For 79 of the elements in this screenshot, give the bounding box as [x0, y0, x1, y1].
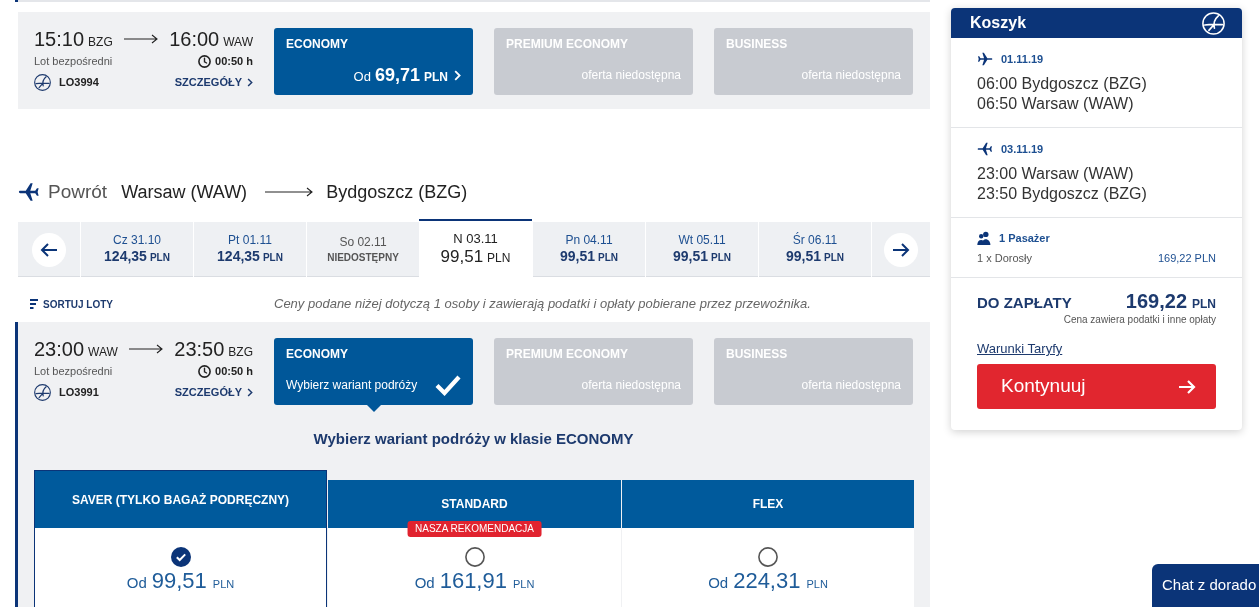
variant-name: SAVER (TYLKO BAGAŻ PODRĘCZNY) [71, 491, 290, 509]
date-tab[interactable]: Pn 04.11 99,51 PLN [532, 222, 645, 277]
fare-note: Wybierz wariant podróży [286, 377, 418, 394]
selection-pointer-icon [366, 405, 381, 412]
price-info: Cena zawiera podatki i inne opłaty [1062, 314, 1216, 326]
fare-option[interactable]: ECONOMY Wybierz wariant podróży [274, 338, 473, 405]
flight-date: 01.11.19 [1001, 51, 1044, 67]
flight-number: LO3994 [59, 74, 99, 90]
airplane-icon [977, 141, 993, 157]
arrow-right-icon [892, 241, 910, 258]
sort-button[interactable]: SORTUJ LOTY [30, 296, 113, 312]
airplane-icon [977, 51, 993, 67]
fare-variant-card[interactable]: FLEX Od 224,31 PLN [622, 480, 914, 607]
variant-price: Od 161,91 PLN [414, 570, 535, 595]
flight-number: LO3991 [59, 384, 99, 400]
route-stop: 23:50 Bydgoszcz (BZG) [977, 184, 1148, 204]
arrow-left-icon [40, 241, 58, 258]
origin-city: Warsaw (WAW) [121, 180, 248, 204]
departure-time: 15:10 BZG [34, 27, 113, 51]
passenger-price: 169,22 PLN [1157, 250, 1216, 266]
checkmark-icon [435, 374, 461, 396]
passenger-type: 1 x Dorosły [977, 250, 1033, 266]
fare-class-label: ECONOMY [286, 37, 349, 51]
date-tab[interactable]: Cz 31.10 124,35 PLN [80, 222, 193, 277]
cart-title: Koszyk [970, 13, 1027, 33]
fare-option[interactable]: ECONOMY Od 69,71 PLN [274, 28, 473, 95]
details-link[interactable]: SZCZEGÓŁY [174, 383, 253, 401]
flight-type: Lot bezpośredni [34, 364, 113, 378]
date-tab[interactable]: Wt 05.11 99,51 PLN [645, 222, 758, 277]
long-arrow-icon [265, 187, 314, 197]
flight-date: 03.11.19 [1001, 141, 1044, 157]
date-tab[interactable]: Śr 06.11 99,51 PLN [758, 222, 871, 277]
arrival-time: 16:00 WAW [169, 27, 253, 51]
chevron-right-icon [454, 69, 461, 81]
route-stop: 06:50 Warsaw (WAW) [977, 94, 1135, 114]
passenger-count: 1 Pasażer [999, 230, 1050, 246]
airline-logo-icon [34, 383, 51, 401]
route-stop: 06:00 Bydgoszcz (BZG) [977, 74, 1148, 94]
sort-icon [30, 299, 38, 309]
continue-button[interactable]: Kontynuuj [977, 364, 1216, 409]
passengers-icon [977, 231, 991, 245]
arrival-time: 23:50 BZG [174, 337, 253, 361]
chat-button[interactable]: Chat z dorado [1152, 564, 1259, 607]
flight-duration: 00:50 h [215, 364, 253, 378]
total-amount: 169,22 PLN [1125, 289, 1216, 314]
recommendation-badge: NASZA REKOMENDACJA [407, 521, 542, 537]
section-label: Powrót [48, 179, 108, 204]
variant-name: FLEX [752, 496, 784, 513]
total-label: DO ZAPŁATY [977, 293, 1072, 313]
variants-title: Wybierz wariant podróży w klasie ECONOMY [312, 430, 635, 448]
fare-class-label: ECONOMY [286, 347, 349, 361]
airline-logo-icon [34, 73, 51, 91]
date-tab[interactable]: Pt 01.11 124,35 PLN [193, 222, 306, 277]
clock-icon [198, 54, 212, 68]
long-arrow-icon [129, 344, 164, 354]
flight-duration: 00:50 h [215, 54, 253, 68]
chevron-right-icon [247, 77, 253, 87]
variant-name: STANDARD [441, 496, 508, 513]
fare-variant-card[interactable]: STANDARD NASZA REKOMENDACJA Od 161,91 PLN [328, 480, 621, 607]
date-tab[interactable]: N 03.11 99,51 PLN [419, 219, 532, 278]
variant-price: Od 224,31 PLN [708, 570, 828, 595]
details-link[interactable]: SZCZEGÓŁY [174, 73, 253, 91]
fare-price: Od 69,71 PLN [353, 63, 448, 87]
previous-dates-button[interactable] [32, 232, 66, 267]
long-arrow-icon [123, 34, 158, 44]
airline-logo-icon [1202, 11, 1225, 35]
destination-city: Bydgoszcz (BZG) [326, 180, 468, 204]
fare-rules-link[interactable]: Warunki Taryfy [977, 341, 1063, 356]
variant-price: Od 99,51 PLN [126, 570, 235, 595]
next-dates-button[interactable] [884, 232, 918, 267]
airplane-icon [18, 181, 40, 203]
fare-variant-card[interactable]: SAVER (TYLKO BAGAŻ PODRĘCZNY) Od 99,51 PLN [34, 470, 327, 607]
departure-time: 23:00 WAW [34, 337, 118, 361]
price-note: Ceny podane niżej dotyczą 1 osoby i zawierają podatki i opłaty pobierane przez przewoźnika. [274, 295, 811, 314]
flight-type: Lot bezpośredni [34, 54, 113, 68]
chevron-right-icon [247, 387, 253, 397]
clock-icon [198, 364, 212, 378]
arrow-right-icon [1178, 378, 1196, 395]
route-stop: 23:00 Warsaw (WAW) [977, 164, 1135, 184]
